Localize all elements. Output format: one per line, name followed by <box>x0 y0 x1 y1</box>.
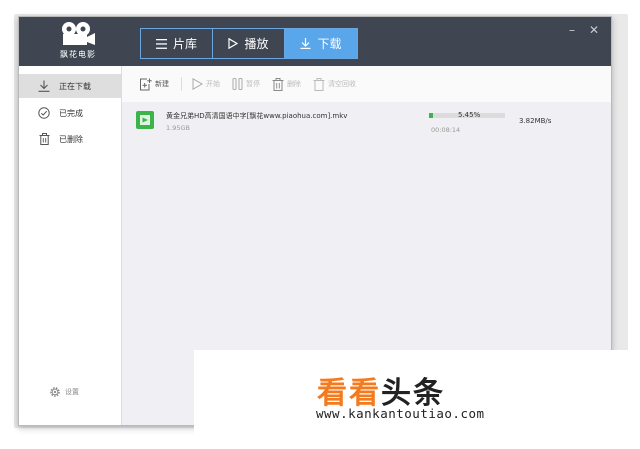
clear-recycle-button[interactable]: 清空回收 <box>313 77 356 91</box>
start-button[interactable]: 开始 <box>192 78 220 90</box>
pause-button[interactable]: 暂停 <box>232 78 260 90</box>
download-row[interactable]: 黄金兄弟HD高清国语中字[飘花www.piaohua.com].mkv 1.95… <box>122 102 611 140</box>
sidebar: 正在下载 已完成 已删除 设置 <box>19 66 122 425</box>
pause-label: 暂停 <box>246 80 260 88</box>
start-label: 开始 <box>206 80 220 88</box>
tab-download-label: 下载 <box>317 37 342 51</box>
settings-button[interactable]: 设置 <box>49 386 79 398</box>
tab-download[interactable]: 下载 <box>285 29 357 58</box>
logo-text: 飘花电影 <box>60 50 96 59</box>
tab-library[interactable]: 片库 <box>141 29 213 58</box>
tab-play-label: 播放 <box>244 37 269 51</box>
sidebar-item-label: 已完成 <box>59 108 83 118</box>
delete-button[interactable]: 删除 <box>272 77 301 91</box>
progress-percent: 5.45% <box>458 111 481 119</box>
menu-icon <box>155 38 167 49</box>
main-tabs: 片库 播放 下载 <box>140 28 358 59</box>
progress-fill <box>429 113 434 118</box>
film-camera-icon <box>62 22 95 45</box>
file-name: 黄金兄弟HD高清国语中字[飘花www.piaohua.com].mkv <box>166 112 348 120</box>
add-file-icon <box>140 78 152 90</box>
download-icon <box>300 38 311 49</box>
new-download-label: 新建 <box>155 80 169 88</box>
sidebar-item-deleted[interactable]: 已删除 <box>19 127 121 151</box>
title-bar: 飘花电影 片库 播放 下载 – ✕ <box>19 17 611 66</box>
download-icon <box>37 79 51 93</box>
check-circle-icon <box>37 106 51 120</box>
clear-recycle-label: 清空回收 <box>328 80 356 88</box>
app-logo: 飘花电影 <box>53 21 103 63</box>
close-button[interactable]: ✕ <box>587 23 601 37</box>
new-download-button[interactable]: 新建 <box>139 78 169 91</box>
sidebar-item-completed[interactable]: 已完成 <box>19 101 121 125</box>
watermark: 看看头条 www.kankantoutiao.com <box>194 350 634 440</box>
gear-icon <box>50 387 60 397</box>
video-file-icon <box>136 111 154 129</box>
tab-library-label: 片库 <box>172 37 197 51</box>
settings-label: 设置 <box>65 388 79 396</box>
minimize-button[interactable]: – <box>565 23 579 37</box>
toolbar-divider <box>181 77 182 91</box>
elapsed-time: 00:08:14 <box>431 126 461 134</box>
sidebar-item-label: 已删除 <box>59 134 83 144</box>
play-icon <box>228 38 239 49</box>
file-size: 1.95GB <box>166 124 190 132</box>
sidebar-item-label: 正在下载 <box>59 81 91 91</box>
watermark-url: www.kankantoutiao.com <box>316 406 485 421</box>
sidebar-item-downloading[interactable]: 正在下载 <box>19 74 121 98</box>
trash-icon <box>272 77 284 91</box>
pause-icon <box>232 78 243 90</box>
trash-icon <box>313 77 325 91</box>
trash-icon <box>37 132 51 146</box>
delete-label: 删除 <box>287 80 301 88</box>
tab-play[interactable]: 播放 <box>213 29 285 58</box>
toolbar: 新建 开始 暂停 删除 清空回收 <box>122 66 611 102</box>
play-icon <box>192 78 203 90</box>
download-speed: 3.82MB/s <box>519 117 552 125</box>
